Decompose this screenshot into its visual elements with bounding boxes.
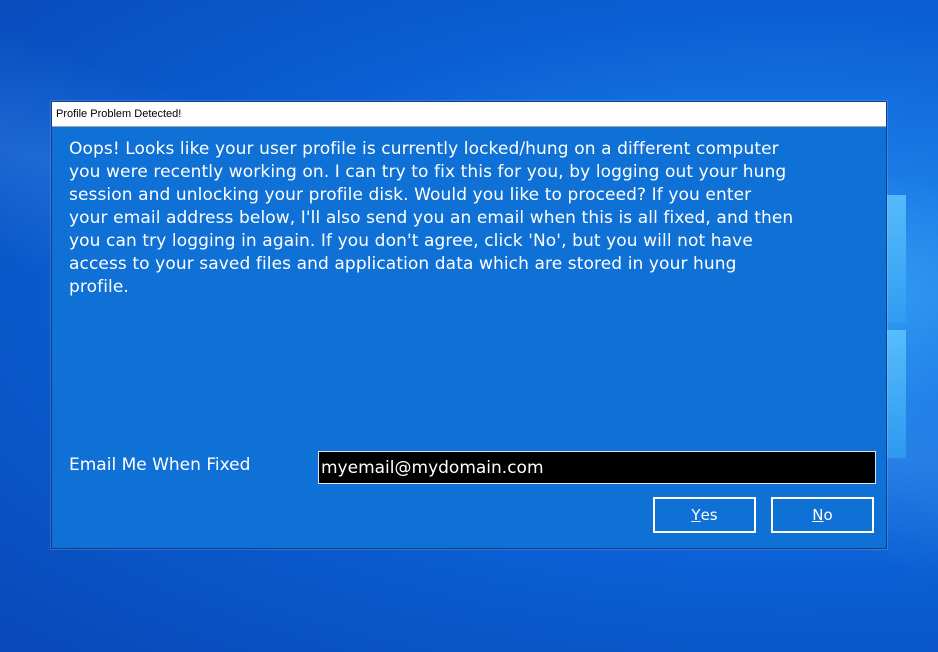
yes-button[interactable]: Yes — [653, 497, 756, 533]
yes-accelerator: Y — [691, 506, 701, 524]
email-label: Email Me When Fixed — [69, 455, 251, 475]
profile-problem-dialog: Profile Problem Detected! Oops! Looks li… — [51, 101, 887, 549]
dialog-message: Oops! Looks like your user profile is cu… — [69, 139, 794, 297]
dialog-title: Profile Problem Detected! — [56, 108, 182, 120]
dialog-titlebar[interactable]: Profile Problem Detected! — [52, 102, 886, 127]
email-input[interactable] — [318, 451, 876, 484]
no-accelerator: N — [812, 506, 824, 524]
no-button[interactable]: No — [771, 497, 874, 533]
yes-label-rest: es — [700, 506, 718, 524]
no-label-rest: o — [823, 506, 833, 524]
